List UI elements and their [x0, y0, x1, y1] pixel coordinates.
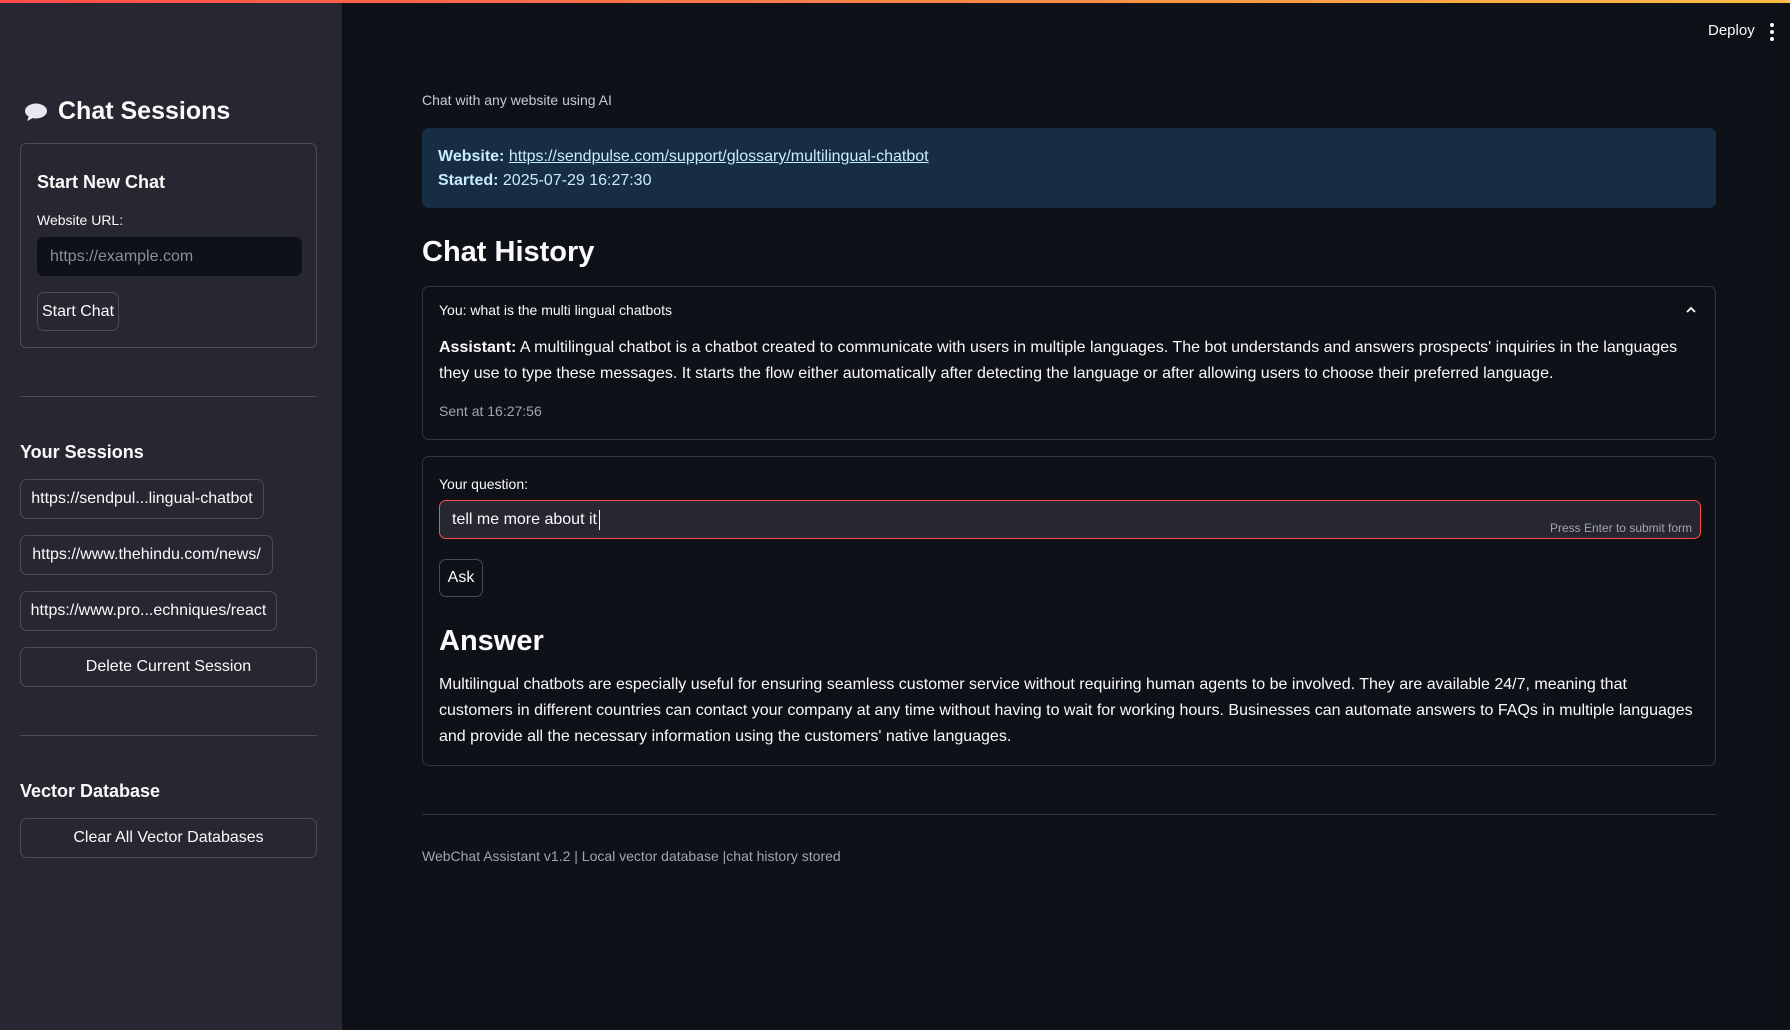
website-link[interactable]: https://sendpulse.com/support/glossary/m…: [509, 148, 929, 165]
enter-hint: Press Enter to submit form: [1549, 521, 1692, 535]
chat-history-heading: Chat History: [422, 236, 595, 268]
footer-divider: [422, 814, 1716, 815]
question-label: Your question:: [439, 476, 528, 492]
ask-button[interactable]: Ask: [439, 559, 483, 597]
sent-timestamp: Sent at 16:27:56: [439, 403, 542, 419]
chevron-up-icon[interactable]: [1685, 305, 1697, 315]
assistant-answer-text: A multilingual chatbot is a chatbot crea…: [439, 339, 1678, 382]
website-url-input[interactable]: [37, 237, 302, 276]
top-decoration-bar: [0, 0, 1790, 3]
assistant-answer: Assistant: A multilingual chatbot is a c…: [439, 335, 1701, 387]
answer-heading: Answer: [439, 625, 544, 657]
new-chat-title: Start New Chat: [37, 172, 166, 192]
vector-db-heading: Vector Database: [20, 781, 161, 801]
question-form: Your question: tell me more about it Pre…: [422, 456, 1716, 766]
sidebar: Chat Sessions Start New Chat Website URL…: [0, 0, 342, 1030]
main-content: Deploy Chat with any website using AI We…: [342, 0, 1790, 1030]
clear-vector-db-button[interactable]: Clear All Vector Databases: [20, 818, 317, 858]
sessions-heading: Your Sessions: [20, 442, 144, 462]
answer-text: Multilingual chatbots are especially use…: [439, 676, 1693, 745]
started-value: 2025-07-29 16:27:30: [502, 172, 652, 189]
session-item[interactable]: https://sendpul...lingual-chatbot: [20, 479, 264, 519]
session-item[interactable]: https://www.pro...echniques/react: [20, 591, 277, 631]
session-info-box: Website: https://sendpulse.com/support/g…: [422, 128, 1716, 208]
vertical-ellipsis-icon[interactable]: [1770, 23, 1776, 41]
assistant-label: Assistant:: [439, 339, 517, 356]
delete-session-button[interactable]: Delete Current Session: [20, 647, 317, 687]
history-question-toggle[interactable]: You: what is the multi lingual chatbots: [439, 302, 672, 318]
sidebar-divider: [20, 396, 317, 397]
sidebar-divider: [20, 735, 317, 736]
footer-text: WebChat Assistant v1.2 | Local vector da…: [422, 848, 841, 864]
website-url-label: Website URL:: [37, 212, 124, 228]
start-chat-button[interactable]: Start Chat: [37, 292, 119, 331]
website-label: Website:: [438, 148, 505, 165]
deploy-button[interactable]: Deploy: [1708, 22, 1755, 39]
started-label: Started:: [438, 172, 499, 189]
scrolled-page-title: [422, 58, 782, 64]
new-chat-form: Start New Chat Website URL: Start Chat: [20, 143, 317, 348]
speech-bubble-icon: [25, 103, 47, 121]
session-item[interactable]: https://www.thehindu.com/news/: [20, 535, 273, 575]
sidebar-title: Chat Sessions: [24, 97, 230, 126]
question-input[interactable]: tell me more about it Press Enter to sub…: [439, 500, 1701, 539]
sidebar-title-text: Chat Sessions: [58, 97, 231, 125]
page-subtitle: Chat with any website using AI: [422, 92, 612, 108]
text-caret: [598, 509, 600, 530]
question-input-value: tell me more about it: [452, 510, 597, 528]
chat-history-item: You: what is the multi lingual chatbots …: [422, 286, 1716, 440]
